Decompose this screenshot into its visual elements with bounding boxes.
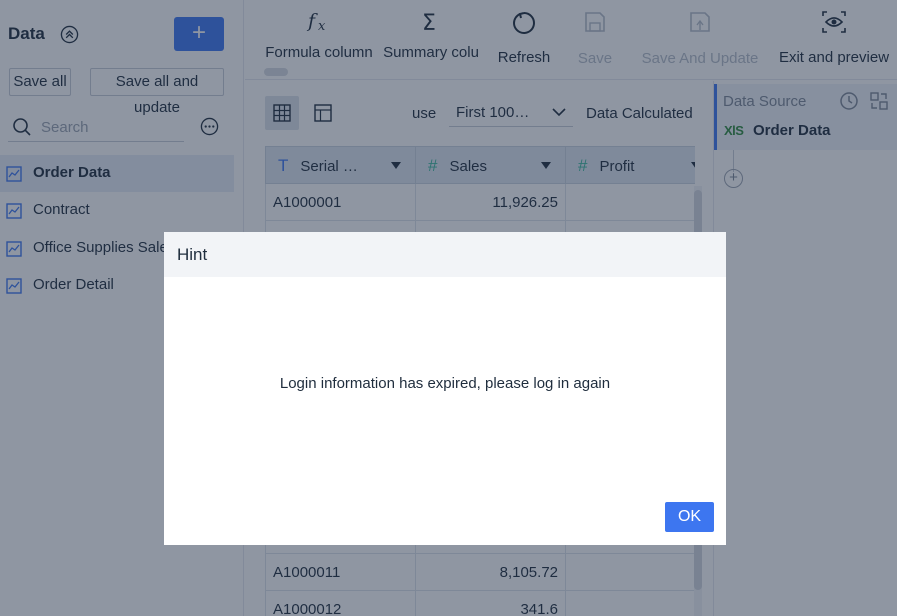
dialog-header: Hint — [164, 232, 726, 277]
dialog-title: Hint — [177, 245, 208, 264]
hint-dialog: Hint Login information has expired, plea… — [164, 232, 726, 545]
dialog-message: Login information has expired, please lo… — [279, 375, 611, 392]
ok-button[interactable]: OK — [665, 502, 714, 532]
app-window: Data + Save all Save all and update Orde… — [0, 0, 897, 616]
